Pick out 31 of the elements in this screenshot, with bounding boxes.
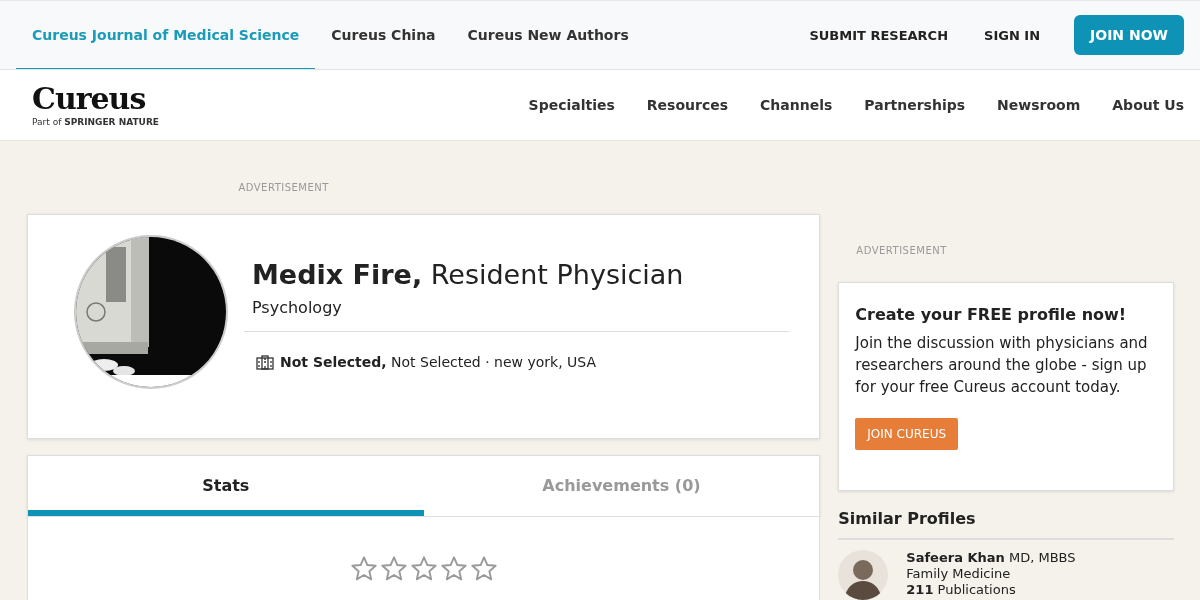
- sign-in-link[interactable]: SIGN IN: [966, 1, 1058, 69]
- building-icon: [256, 354, 274, 370]
- profile-name: Medix Fire, Resident Physician: [251, 259, 685, 290]
- site-tab[interactable]: Cureus China: [315, 1, 452, 69]
- submit-research-link[interactable]: SUBMIT RESEARCH: [791, 1, 966, 69]
- logo[interactable]: Cureus: [32, 83, 159, 114]
- profile-name[interactable]: Safeera Khan MD, MBBS: [906, 550, 1076, 566]
- star-icon: [409, 555, 438, 583]
- advertisement-label: ADVERTISEMENT: [238, 182, 329, 193]
- profile-location: Not Selected, Not Selected · new york, USA: [280, 354, 597, 370]
- nav-menu-item[interactable]: Resources: [646, 97, 729, 113]
- star-icon: [469, 555, 498, 583]
- profile-specialty: Psychology: [244, 298, 790, 332]
- nav-menu-item[interactable]: Newsroom: [997, 97, 1081, 113]
- section-heading: Similar Profiles: [838, 509, 1174, 540]
- star-icon: [439, 555, 468, 583]
- nav-menu-item[interactable]: About Us: [1112, 97, 1184, 113]
- promo-text: Join the discussion with physicians and researchers around the globe - sign up for your free Cureus account today.: [855, 333, 1149, 398]
- avatar-icon: [838, 550, 889, 600]
- promo-title: Create your FREE profile now!: [855, 305, 1128, 324]
- site-tab[interactable]: Cureus New Authors: [451, 1, 645, 69]
- logo-subtitle: Part of SPRINGER NATURE: [32, 116, 159, 127]
- join-now-button[interactable]: JOIN NOW: [1074, 15, 1184, 55]
- profile-specialty: Family Medicine: [906, 566, 1012, 582]
- publication-count: 211 Publications: [906, 582, 1017, 598]
- nav-menu-item[interactable]: Specialties: [528, 97, 615, 113]
- nav-menu-item[interactable]: Channels: [760, 97, 833, 113]
- nav-menu-item[interactable]: Partnerships: [864, 97, 966, 113]
- advertisement-label: ADVERTISEMENT: [856, 245, 948, 256]
- star-icon: [379, 555, 408, 583]
- star-icon: [349, 555, 378, 583]
